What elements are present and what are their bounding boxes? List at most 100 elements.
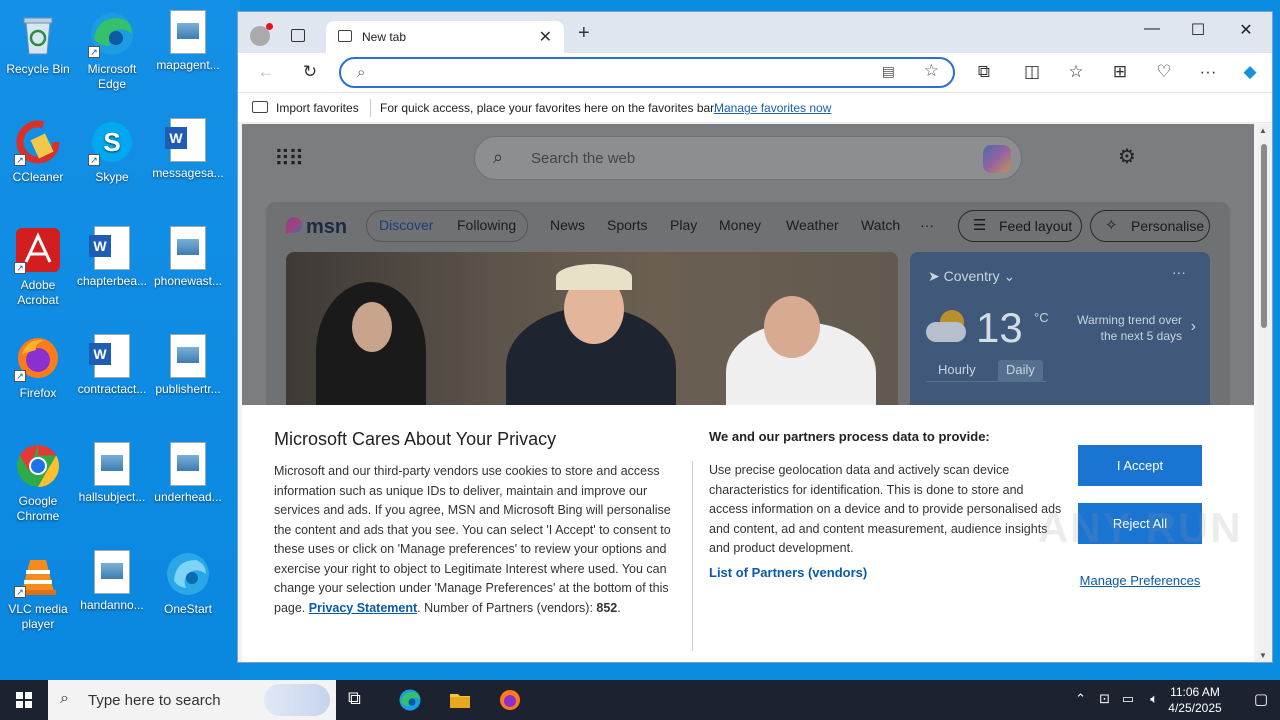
page-settings-gear-icon[interactable]: ⚙: [1118, 144, 1136, 169]
desktop-icon-chapterbea[interactable]: W chapterbea...: [74, 226, 150, 289]
desktop-icon-underhead[interactable]: underhead...: [150, 442, 226, 505]
taskbar-edge-icon[interactable]: [398, 688, 422, 712]
shortcut-arrow-icon: ↗: [14, 586, 26, 598]
nav-play[interactable]: Play: [670, 217, 697, 233]
desktop-icon-hallsubject[interactable]: hallsubject...: [74, 442, 150, 505]
tab-title: New tab: [362, 30, 407, 44]
address-input[interactable]: [381, 62, 861, 82]
chrome-icon: [14, 442, 62, 490]
address-bar[interactable]: ⌕ ▤ ☆: [339, 57, 955, 88]
nav-watch[interactable]: Watch: [861, 217, 900, 233]
desktop-icon-ccleaner[interactable]: ↗ CCleaner: [0, 118, 76, 185]
notifications-icon[interactable]: ▢: [1254, 690, 1268, 708]
maximize-button[interactable]: ☐: [1176, 20, 1220, 40]
import-favorites-button[interactable]: Import favorites: [276, 101, 359, 115]
desktop-icon-phonewast[interactable]: phonewast...: [150, 226, 226, 289]
immersive-reader-icon[interactable]: ▤: [882, 63, 895, 80]
image-file-icon: [170, 10, 206, 54]
nav-more[interactable]: ···: [920, 217, 934, 233]
hero-news-image[interactable]: [286, 252, 898, 412]
desktop-icon-microsoft-edge[interactable]: ↗ Microsoft Edge: [74, 10, 150, 92]
device-icon[interactable]: ⊡: [1099, 691, 1110, 707]
nav-discover[interactable]: Discover: [379, 217, 433, 233]
vlc-icon: ↗: [14, 550, 62, 598]
weather-tab-daily[interactable]: Daily: [998, 360, 1043, 382]
desktop-icon-mapagent[interactable]: mapagent...: [150, 10, 226, 73]
desktop-icon-firefox[interactable]: ↗ Firefox: [0, 334, 76, 401]
desktop-icon-onestart[interactable]: OneStart: [150, 550, 226, 617]
manage-preferences-link[interactable]: Manage Preferences: [1078, 573, 1202, 589]
volume-icon[interactable]: 🔈︎: [1150, 691, 1158, 707]
copilot-icon[interactable]: ◆: [1238, 62, 1262, 82]
taskbar-search[interactable]: ⌕ Type here to search: [48, 680, 336, 720]
back-button[interactable]: ←: [254, 62, 278, 82]
desktop-icon-label: contractact...: [77, 382, 147, 396]
settings-more-icon[interactable]: ···: [1196, 62, 1220, 82]
list-of-partners-link[interactable]: List of Partners (vendors): [709, 565, 867, 580]
desktop-icon-handanno[interactable]: handanno...: [74, 550, 150, 613]
profile-avatar-icon[interactable]: [250, 23, 273, 46]
weather-location[interactable]: ➤ Coventry ⌄: [928, 268, 1015, 285]
image-file-icon: [94, 442, 130, 486]
nav-sports[interactable]: Sports: [607, 217, 647, 233]
browser-essentials-icon[interactable]: ♡: [1152, 62, 1176, 82]
network-icon[interactable]: ▭: [1122, 691, 1134, 707]
file-explorer-icon[interactable]: [448, 688, 472, 712]
desktop-icon-label: chapterbea...: [76, 274, 148, 288]
privacy-statement-link[interactable]: Privacy Statement: [309, 601, 417, 615]
favorites-icon[interactable]: ☆: [1064, 62, 1088, 82]
tab-actions-icon[interactable]: [291, 29, 305, 42]
anyrun-watermark: ANY RUN: [1038, 504, 1243, 551]
start-button[interactable]: [0, 680, 48, 720]
weather-tab-hourly[interactable]: Hourly: [938, 362, 976, 377]
desktop-icon-contractact[interactable]: W contractact...: [74, 334, 150, 397]
hero-figure: [764, 296, 820, 358]
dialog-divider: [692, 461, 693, 651]
tab-close-button[interactable]: ✕: [539, 27, 552, 47]
shortcut-arrow-icon: ↗: [88, 154, 100, 166]
partly-cloudy-icon: [926, 310, 970, 342]
tab-new-tab[interactable]: New tab ✕: [326, 21, 564, 53]
weather-menu-button[interactable]: ···: [1172, 264, 1186, 280]
minimize-button[interactable]: —: [1130, 20, 1174, 38]
split-screen-icon[interactable]: ◫: [1020, 62, 1044, 82]
page-scrollbar[interactable]: ▲ ▼: [1258, 124, 1270, 662]
refresh-button[interactable]: ↻: [298, 62, 322, 82]
task-view-icon[interactable]: ⧉: [348, 688, 372, 712]
desktop-icon-google-chrome[interactable]: Google Chrome: [0, 442, 76, 524]
nav-weather[interactable]: Weather: [786, 217, 839, 233]
scrollbar-thumb[interactable]: [1261, 144, 1267, 328]
data-processing-body: Use precise geolocation data and activel…: [709, 463, 1062, 555]
desktop-icon-adobe-acrobat[interactable]: ↗ Adobe Acrobat: [0, 226, 76, 308]
new-tab-button[interactable]: +: [578, 22, 590, 45]
chevron-right-icon[interactable]: ›: [1191, 318, 1196, 336]
web-search-box[interactable]: ⌕ Search the web: [474, 136, 1022, 180]
apps-launcher-icon[interactable]: ⠿⠿: [274, 146, 304, 172]
scroll-down-icon[interactable]: ▼: [1259, 651, 1267, 660]
privacy-body: Microsoft and our third-party vendors us…: [274, 464, 671, 615]
extensions-icon[interactable]: ⧉: [972, 62, 996, 82]
add-favorite-icon[interactable]: ☆: [924, 61, 939, 81]
desktop-icon-vlc[interactable]: ↗ VLC media player: [0, 550, 76, 632]
clock[interactable]: 11:06 AM 4/25/2025: [1160, 684, 1230, 716]
nav-money[interactable]: Money: [719, 217, 761, 233]
collections-icon[interactable]: ⊞: [1108, 62, 1132, 82]
taskbar-firefox-icon[interactable]: [498, 688, 522, 712]
desktop-icon-publishertr[interactable]: publishertr...: [150, 334, 226, 397]
copilot-icon[interactable]: [983, 145, 1011, 173]
scroll-up-icon[interactable]: ▲: [1259, 126, 1267, 135]
accept-button[interactable]: I Accept: [1078, 445, 1202, 486]
weather-card[interactable]: ➤ Coventry ⌄ ··· 13 °C Warming trend ove…: [910, 252, 1210, 412]
nav-following[interactable]: Following: [457, 217, 516, 233]
desktop-icon-recycle-bin[interactable]: Recycle Bin: [0, 10, 76, 77]
word-doc-icon: W: [89, 226, 130, 270]
desktop-icon-messagesa[interactable]: W messagesa...: [150, 118, 226, 181]
nav-news[interactable]: News: [550, 217, 585, 233]
feed-layout-button[interactable]: ☰ Feed layout: [958, 210, 1082, 242]
manage-favorites-link[interactable]: Manage favorites now: [714, 101, 831, 115]
close-window-button[interactable]: ✕: [1224, 20, 1268, 40]
desktop-icon-skype[interactable]: S ↗ Skype: [74, 118, 150, 185]
firefox-icon: ↗: [14, 334, 62, 382]
personalise-button[interactable]: ✧ Personalise: [1090, 210, 1210, 242]
show-hidden-icons-icon[interactable]: ⌃: [1075, 691, 1086, 707]
